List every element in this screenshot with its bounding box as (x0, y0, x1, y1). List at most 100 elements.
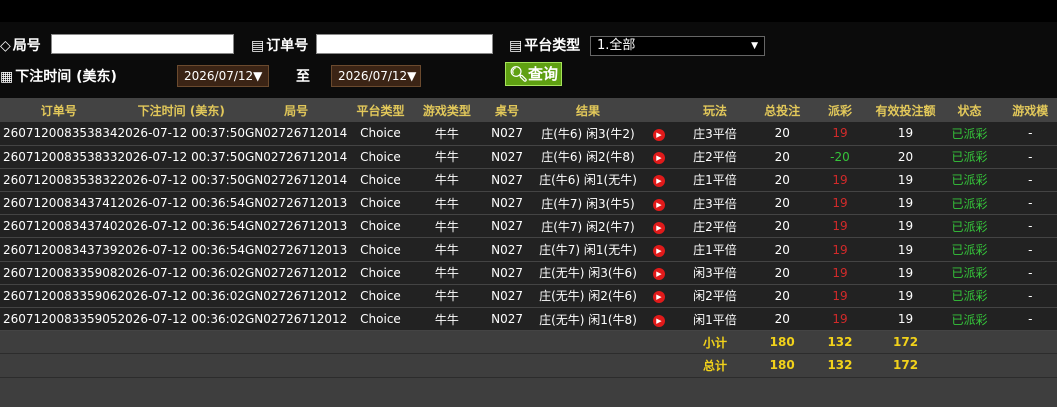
round-cell: GN02726712013 (244, 191, 348, 216)
play-video-icon[interactable]: ▶ (652, 128, 665, 141)
status-cell: 已派彩 (941, 145, 998, 169)
col-bet-time[interactable]: 下注时间 (美东) (118, 98, 245, 122)
game-type-cell: 牛牛 (413, 237, 481, 262)
status-cell: 已派彩 (941, 191, 998, 216)
table-row[interactable]: 260712008335908 2026-07-12 00:36:02 GN0272… (0, 261, 1057, 285)
result-cell: 庄(牛6) 闲1(无牛) (533, 168, 642, 193)
round-cell: GN02726712013 (244, 214, 348, 239)
platform-filter-label: ▤ 平台类型 (509, 35, 580, 55)
order-label-text: 订单号 (266, 38, 309, 54)
server-icon: ▤ (509, 38, 523, 54)
total-bet-cell: 20 (754, 307, 811, 332)
order-cell: 260712008353832 (0, 168, 118, 193)
table-row[interactable]: 260712008335906 2026-07-12 00:36:02 GN0272… (0, 284, 1057, 309)
status-cell: 已派彩 (941, 284, 998, 309)
bet-time-cell: 2026-07-12 00:36:02 (117, 307, 245, 332)
bet-time-cell: 2026-07-12 00:37:50 (117, 168, 245, 193)
status-cell: 已派彩 (941, 214, 998, 239)
video-cell: ▶ (641, 284, 676, 309)
col-valid-bet[interactable]: 有效投注额 (870, 98, 942, 122)
valid-bet-cell: 19 (869, 168, 942, 193)
valid-bet-cell: 19 (869, 261, 942, 285)
play-video-icon[interactable]: ▶ (652, 268, 665, 281)
game-mode-cell: - (997, 237, 1057, 262)
play-cell: 闲1平倍 (675, 307, 755, 332)
col-table[interactable]: 桌号 (480, 98, 534, 122)
status-cell: 已派彩 (941, 237, 998, 262)
calendar-icon: ▦ (0, 69, 14, 85)
play-video-icon[interactable]: ▶ (652, 314, 665, 327)
col-game-mode[interactable]: 游戏模 (998, 98, 1057, 122)
bet-time-cell: 2026-07-12 00:37:50 (117, 145, 245, 169)
play-video-icon[interactable]: ▶ (652, 198, 665, 211)
play-cell: 庄1平倍 (675, 237, 755, 262)
col-payout[interactable]: 派彩 (810, 98, 869, 122)
payout-cell: 19 (810, 191, 870, 216)
table-number-cell: N027 (480, 168, 534, 193)
play-cell: 庄1平倍 (675, 168, 755, 193)
round-cell: GN02726712012 (244, 307, 348, 332)
platform-type-select[interactable]: 1.全部 ▼ (590, 36, 765, 56)
table-row[interactable]: 260712008343740 2026-07-12 00:36:54 GN0272… (0, 214, 1057, 239)
bet-time-cell: 2026-07-12 00:36:54 (117, 237, 245, 262)
date-from-arrow-icon: ▼ (253, 69, 263, 83)
table-row[interactable]: 260712008343739 2026-07-12 00:36:54 GN0272… (0, 237, 1057, 262)
round-input[interactable] (51, 34, 234, 54)
table-row[interactable]: 260712008353834 2026-07-12 00:37:50 GN0272… (0, 122, 1057, 146)
table-row[interactable]: 260712008353832 2026-07-12 00:37:50 GN0272… (0, 168, 1057, 193)
total-bet-cell: 20 (754, 237, 811, 262)
total-valid: 172 (869, 353, 942, 378)
play-video-icon[interactable]: ▶ (652, 245, 665, 258)
table-number-cell: N027 (480, 307, 534, 332)
date-from-picker[interactable]: 2026/07/12▼ (177, 65, 269, 87)
col-play[interactable]: 玩法 (676, 98, 754, 122)
status-cell: 已派彩 (941, 122, 998, 146)
date-to-picker[interactable]: 2026/07/12▼ (331, 65, 421, 87)
subtotal-label: 小计 (675, 330, 755, 355)
col-game-type[interactable]: 游戏类型 (414, 98, 480, 122)
video-cell: ▶ (641, 122, 676, 146)
platform-cell: Choice (347, 307, 414, 332)
video-cell: ▶ (641, 214, 676, 239)
play-video-icon[interactable]: ▶ (652, 291, 665, 304)
bet-time-cell: 2026-07-12 00:36:54 (117, 214, 245, 239)
order-number-input[interactable] (316, 34, 493, 54)
subtotal-payout: 132 (810, 330, 870, 355)
total-payout: 132 (810, 353, 870, 378)
play-video-icon[interactable]: ▶ (652, 221, 665, 234)
platform-cell: Choice (347, 214, 414, 239)
query-button[interactable]: 🔍︎查询 (505, 62, 562, 86)
col-status[interactable]: 状态 (941, 98, 997, 122)
play-video-icon[interactable]: ▶ (652, 175, 665, 188)
result-cell: 庄(牛7) 闲1(无牛) (533, 237, 642, 262)
valid-bet-cell: 19 (869, 284, 942, 309)
play-video-icon[interactable]: ▶ (652, 152, 665, 165)
result-cell: 庄(牛7) 闲3(牛5) (533, 191, 642, 216)
col-platform[interactable]: 平台类型 (347, 98, 413, 122)
col-result[interactable]: 结果 (534, 98, 642, 122)
table-row[interactable]: 260712008353833 2026-07-12 00:37:50 GN0272… (0, 145, 1057, 169)
game-mode-cell: - (997, 191, 1057, 216)
play-cell: 庄2平倍 (675, 145, 755, 169)
col-round[interactable]: 局号 (245, 98, 347, 122)
col-order[interactable]: 订单号 (0, 98, 118, 122)
order-cell: 260712008343740 (0, 214, 118, 239)
valid-bet-cell: 19 (869, 237, 942, 262)
clipboard-icon: ▤ (251, 38, 265, 54)
play-cell: 闲2平倍 (675, 284, 755, 309)
video-cell: ▶ (641, 191, 676, 216)
payout-cell: 19 (810, 214, 870, 239)
game-mode-cell: - (997, 214, 1057, 239)
total-bet-cell: 20 (754, 168, 811, 193)
total-bet-cell: 20 (754, 284, 811, 309)
col-total-bet[interactable]: 总投注 (754, 98, 810, 122)
video-cell: ▶ (641, 307, 676, 332)
table-row[interactable]: 260712008343741 2026-07-12 00:36:54 GN0272… (0, 191, 1057, 216)
round-label-text: 局号 (12, 38, 41, 54)
to-label: 至 (296, 69, 310, 85)
order-cell: 260712008335905 (0, 307, 118, 332)
table-row[interactable]: 260712008335905 2026-07-12 00:36:02 GN0272… (0, 307, 1057, 332)
table-number-cell: N027 (480, 261, 534, 285)
platform-cell: Choice (347, 261, 414, 285)
table-header-row: 订单号 下注时间 (美东) 局号 平台类型 游戏类型 桌号 结果 玩法 总投注 … (0, 98, 1057, 122)
